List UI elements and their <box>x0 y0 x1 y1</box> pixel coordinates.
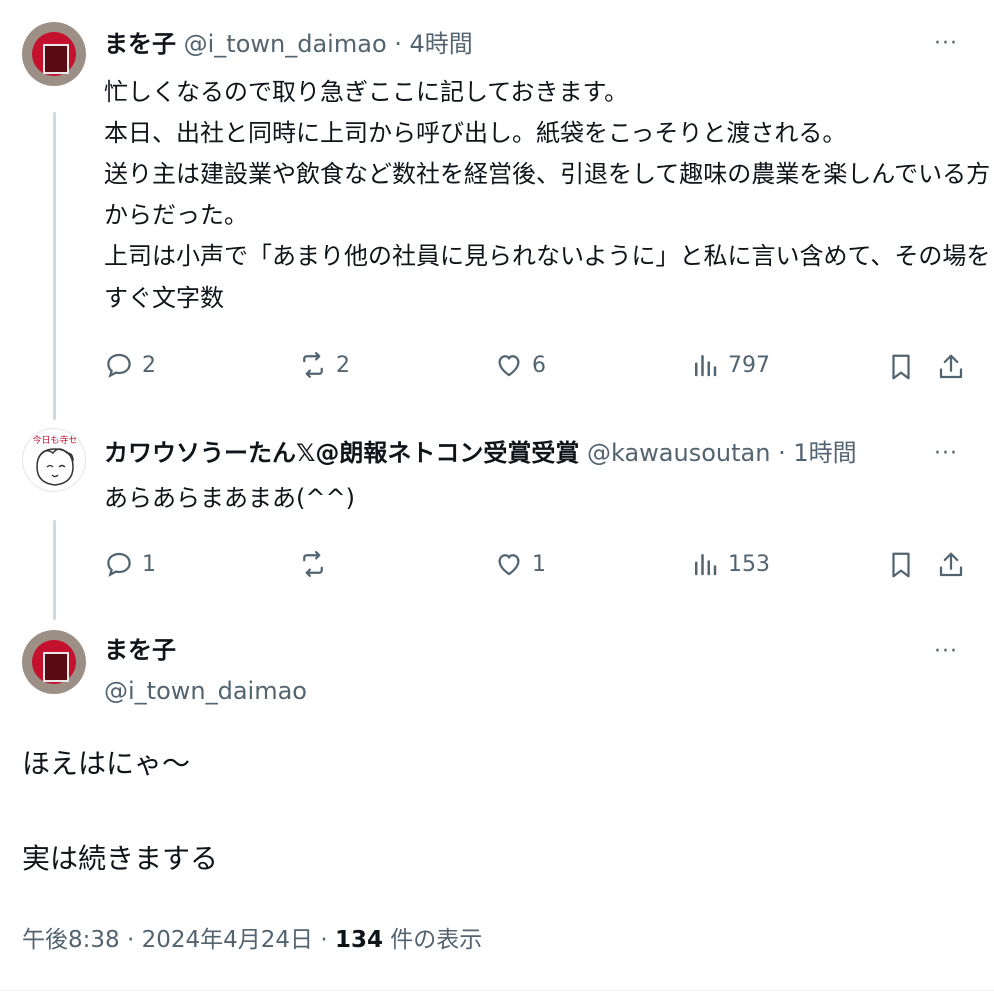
main-author-name[interactable]: まを子 <box>104 634 176 666</box>
like-button[interactable]: 1 <box>494 549 546 579</box>
reply-count: 1 <box>142 551 156 577</box>
tweet-meta: 午後8:38 · 2024年4月24日 · 134 件の表示 <box>22 920 482 954</box>
like-count: 6 <box>532 352 546 378</box>
retweet-count: 2 <box>336 352 350 378</box>
bookmark-icon[interactable] <box>886 352 916 382</box>
author-handle[interactable]: @i_town_daimao <box>184 30 387 58</box>
views-label: 件の表示 <box>382 927 483 953</box>
tweet-text-line: 本日、出社と同時に上司から呼び出し。紙袋をこっそりと渡される。 <box>104 119 847 147</box>
retweet-button[interactable]: 2 <box>298 350 350 380</box>
heart-icon <box>498 355 520 377</box>
views-button[interactable]: 797 <box>690 350 770 380</box>
tweet-text-line: からだった。 <box>104 201 248 229</box>
main-author-handle[interactable]: @i_town_daimao <box>104 675 307 707</box>
like-button[interactable]: 6 <box>494 350 546 380</box>
tweet-header: まを子 @i_town_daimao · 4時間 <box>104 28 473 60</box>
reply-button[interactable]: 2 <box>104 350 156 380</box>
heart-icon <box>498 554 520 576</box>
view-count: 153 <box>728 551 770 577</box>
thread-line-1 <box>53 112 56 420</box>
tweet-text-line: あらあらまあまあ(^^) <box>104 484 355 512</box>
main-tweet-text: ほえはにゃ〜 <box>22 747 191 780</box>
reply-count: 2 <box>142 352 156 378</box>
tweet-header: カワウソうーたん𝕏@朗報ネトコン受賞受賞 @kawausoutan · 1時間 <box>104 437 857 469</box>
reply-button[interactable]: 1 <box>104 549 156 579</box>
author-name[interactable]: まを子 <box>104 30 176 58</box>
analytics-icon <box>695 554 717 576</box>
tweet-text-line: 忙しくなるので取り急ぎここに記しておきます。 <box>104 78 629 106</box>
share-icon[interactable] <box>936 352 966 382</box>
views-button[interactable]: 153 <box>690 549 770 579</box>
reply-icon <box>107 353 131 378</box>
retweet-button[interactable] <box>298 549 336 579</box>
share-icon[interactable] <box>936 550 966 580</box>
more-options-icon[interactable]: ··· <box>934 443 958 465</box>
retweet-icon <box>303 551 323 577</box>
views-count: 134 <box>334 927 383 953</box>
like-count: 1 <box>532 551 546 577</box>
tweet-text-line: すぐ文字数 <box>104 284 224 312</box>
avatar-text: 今日も寺セ <box>32 434 77 446</box>
view-count: 797 <box>728 352 770 378</box>
avatar[interactable] <box>22 630 86 694</box>
bookmark-icon[interactable] <box>886 550 916 580</box>
avatar[interactable]: 今日も寺セ <box>22 428 86 492</box>
tweet-text-line: 上司は小声で「あまり他の社員に見られないように」と私に言い含めて、その場を <box>104 242 991 270</box>
main-tweet-text: 実は続きまする <box>22 842 219 875</box>
analytics-icon <box>695 355 717 377</box>
thread-line-2 <box>53 520 56 620</box>
tweet-timestamp[interactable]: 午後8:38 · 2024年4月24日 · <box>22 927 335 953</box>
author-handle[interactable]: @kawausoutan <box>587 439 770 467</box>
avatar[interactable] <box>22 22 86 86</box>
retweet-icon <box>303 352 323 378</box>
reply-icon <box>107 552 131 577</box>
avatar-drawing-icon: 今日も寺セ <box>32 434 78 486</box>
author-name[interactable]: カワウソうーたん𝕏@朗報ネトコン受賞受賞 <box>104 439 579 467</box>
divider <box>0 990 994 991</box>
tweet-time[interactable]: · 1時間 <box>778 439 857 467</box>
author-name[interactable]: まを子 <box>104 636 176 664</box>
more-options-icon[interactable]: ··· <box>934 33 958 55</box>
tweet-text-line: 送り主は建設業や飲食など数社を経営後、引退をして趣味の農業を楽しんでいる方 <box>104 160 991 188</box>
tweet-time[interactable]: · 4時間 <box>394 30 473 58</box>
more-options-icon[interactable]: ··· <box>934 641 958 663</box>
